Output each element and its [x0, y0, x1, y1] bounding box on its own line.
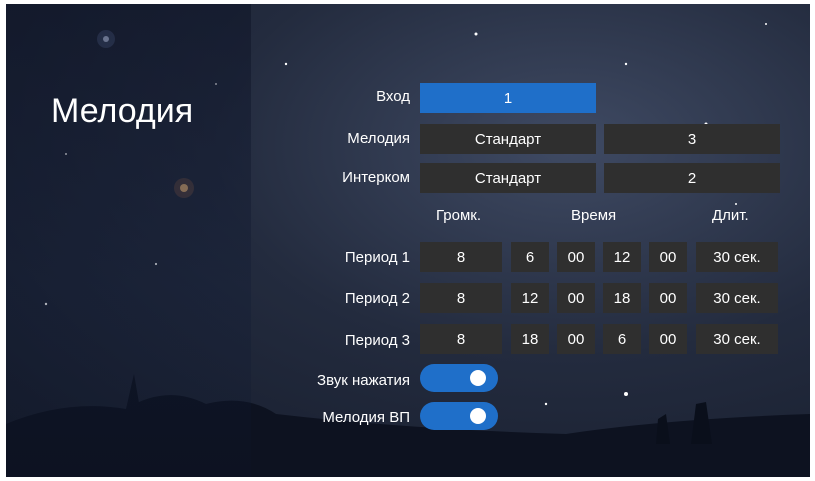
period3-end-minute[interactable]: 00: [649, 324, 687, 354]
header-duration: Длит.: [712, 207, 749, 224]
period3-end-hour[interactable]: 6: [603, 324, 641, 354]
melody-name-select[interactable]: Стандарт: [420, 124, 596, 154]
intercom-label: Интерком: [342, 169, 410, 186]
period2-end-minute[interactable]: 00: [649, 283, 687, 313]
period2-label: Период 2: [344, 290, 410, 307]
header-volume: Громк.: [436, 207, 482, 224]
left-panel: [6, 4, 251, 477]
page-title: Мелодия: [51, 92, 194, 130]
input-value[interactable]: 1: [420, 83, 596, 113]
period2-end-hour[interactable]: 18: [603, 283, 641, 313]
period1-end-minute[interactable]: 00: [649, 242, 687, 272]
period3-volume[interactable]: 8: [420, 324, 502, 354]
melody-number-select[interactable]: 3: [604, 124, 780, 154]
period1-volume[interactable]: 8: [420, 242, 502, 272]
period3-duration[interactable]: 30 сек.: [696, 324, 778, 354]
period1-start-hour[interactable]: 6: [511, 242, 549, 272]
melody-vp-toggle[interactable]: [420, 402, 498, 430]
period1-end-hour[interactable]: 12: [603, 242, 641, 272]
melody-vp-label: Мелодия ВП: [322, 409, 410, 426]
input-label: Вход: [376, 88, 410, 105]
period2-start-minute[interactable]: 00: [557, 283, 595, 313]
screen: Мелодия Вход 1 Мелодия Стандарт 3 Интерк…: [6, 4, 810, 477]
period2-volume[interactable]: 8: [420, 283, 502, 313]
period3-start-hour[interactable]: 18: [511, 324, 549, 354]
key-sound-label: Звук нажатия: [317, 372, 410, 389]
period1-start-minute[interactable]: 00: [557, 242, 595, 272]
period3-start-minute[interactable]: 00: [557, 324, 595, 354]
period1-duration[interactable]: 30 сек.: [696, 242, 778, 272]
melody-label: Мелодия: [347, 130, 410, 147]
header-time: Время: [571, 207, 617, 224]
period3-label: Период 3: [344, 332, 410, 349]
intercom-number-select[interactable]: 2: [604, 163, 780, 193]
period2-duration[interactable]: 30 сек.: [696, 283, 778, 313]
intercom-name-select[interactable]: Стандарт: [420, 163, 596, 193]
toggle-knob: [470, 408, 486, 424]
toggle-knob: [470, 370, 486, 386]
period2-start-hour[interactable]: 12: [511, 283, 549, 313]
period1-label: Период 1: [344, 249, 410, 266]
key-sound-toggle[interactable]: [420, 364, 498, 392]
